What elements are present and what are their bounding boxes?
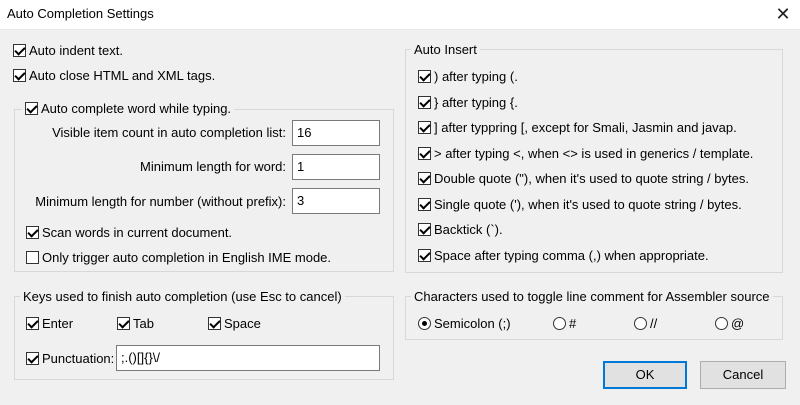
- auto-insert-check[interactable]: [418, 249, 431, 262]
- line-comment-radio[interactable]: [553, 317, 566, 330]
- auto-insert-title: Auto Insert: [411, 42, 480, 57]
- auto-insert-item[interactable]: ] after typpring [, except for Smali, Ja…: [418, 120, 737, 135]
- auto-insert-label: Backtick (`).: [434, 222, 503, 237]
- auto-insert-item[interactable]: } after typing {.: [418, 95, 518, 110]
- auto-insert-item[interactable]: > after typing <, when <> is used in gen…: [418, 146, 753, 161]
- finish-enter-checkbox[interactable]: Enter: [26, 316, 73, 331]
- finish-tab-check[interactable]: [117, 317, 130, 330]
- visible-count-label: Visible item count in auto completion li…: [52, 125, 286, 140]
- visible-count-input[interactable]: 16: [292, 120, 380, 146]
- min-length-number-label: Minimum length for number (without prefi…: [35, 194, 286, 209]
- auto-insert-item[interactable]: Space after typing comma (,) when approp…: [418, 248, 709, 263]
- auto-close-tags-check[interactable]: [13, 69, 26, 82]
- window-title: Auto Completion Settings: [7, 6, 154, 21]
- auto-indent-check[interactable]: [13, 44, 26, 57]
- auto-insert-check[interactable]: [418, 96, 431, 109]
- auto-insert-label: ) after typing (.: [434, 69, 518, 84]
- line-comment-label: //: [650, 316, 658, 331]
- finish-tab-checkbox[interactable]: Tab: [117, 316, 154, 331]
- line-comment-radio[interactable]: [634, 317, 647, 330]
- finish-enter-check[interactable]: [26, 317, 39, 330]
- line-comment-radio[interactable]: [715, 317, 728, 330]
- line-comment-title: Characters used to toggle line comment f…: [411, 289, 773, 304]
- auto-insert-label: > after typing <, when <> is used in gen…: [434, 146, 754, 161]
- auto-insert-check[interactable]: [418, 70, 431, 83]
- auto-insert-item[interactable]: Double quote ("), when it's used to quot…: [418, 171, 749, 186]
- line-comment-option[interactable]: @: [715, 316, 744, 331]
- line-comment-label: #: [569, 316, 577, 331]
- finish-punctuation-check[interactable]: [26, 352, 39, 365]
- auto-insert-check[interactable]: [418, 147, 431, 160]
- auto-complete-word-checkbox[interactable]: Auto complete word while typing.: [22, 101, 235, 116]
- line-comment-option[interactable]: #: [553, 316, 576, 331]
- line-comment-label: Semicolon (;): [434, 316, 511, 331]
- auto-insert-check[interactable]: [418, 223, 431, 236]
- ok-button[interactable]: OK: [603, 361, 687, 389]
- finish-keys-title: Keys used to finish auto completion (use…: [20, 289, 345, 304]
- auto-insert-label: ] after typpring [, except for Smali, Ja…: [434, 120, 737, 135]
- auto-insert-check[interactable]: [418, 121, 431, 134]
- finish-space-check[interactable]: [208, 317, 221, 330]
- english-ime-check[interactable]: [26, 251, 39, 264]
- finish-punctuation-checkbox[interactable]: Punctuation:: [26, 351, 114, 366]
- auto-insert-check[interactable]: [418, 198, 431, 211]
- cancel-button[interactable]: Cancel: [700, 361, 786, 389]
- english-ime-checkbox[interactable]: Only trigger auto completion in English …: [26, 250, 331, 265]
- punctuation-input[interactable]: ;.()[]{}\/: [116, 345, 380, 371]
- auto-indent-checkbox[interactable]: Auto indent text.: [13, 43, 123, 58]
- auto-complete-word-check[interactable]: [25, 102, 38, 115]
- line-comment-option[interactable]: //: [634, 316, 657, 331]
- min-length-word-label: Minimum length for word:: [140, 159, 286, 174]
- line-comment-radio[interactable]: [418, 317, 431, 330]
- finish-space-checkbox[interactable]: Space: [208, 316, 261, 331]
- auto-insert-item[interactable]: ) after typing (.: [418, 69, 518, 84]
- line-comment-label: @: [731, 316, 745, 331]
- auto-insert-item[interactable]: Backtick (`).: [418, 222, 503, 237]
- line-comment-option[interactable]: Semicolon (;): [418, 316, 511, 331]
- auto-insert-label: } after typing {.: [434, 95, 518, 110]
- auto-insert-label: Single quote ('), when it's used to quot…: [434, 197, 742, 212]
- auto-insert-check[interactable]: [418, 172, 431, 185]
- close-icon[interactable]: ✕: [766, 0, 800, 30]
- auto-insert-label: Double quote ("), when it's used to quot…: [434, 171, 749, 186]
- min-length-number-input[interactable]: 3: [292, 188, 380, 214]
- auto-insert-label: Space after typing comma (,) when approp…: [434, 248, 709, 263]
- auto-close-tags-checkbox[interactable]: Auto close HTML and XML tags.: [13, 68, 215, 83]
- min-length-word-input[interactable]: 1: [292, 154, 380, 180]
- scan-words-checkbox[interactable]: Scan words in current document.: [26, 225, 232, 240]
- auto-insert-item[interactable]: Single quote ('), when it's used to quot…: [418, 197, 742, 212]
- title-bar: Auto Completion Settings ✕: [0, 0, 800, 30]
- scan-words-check[interactable]: [26, 226, 39, 239]
